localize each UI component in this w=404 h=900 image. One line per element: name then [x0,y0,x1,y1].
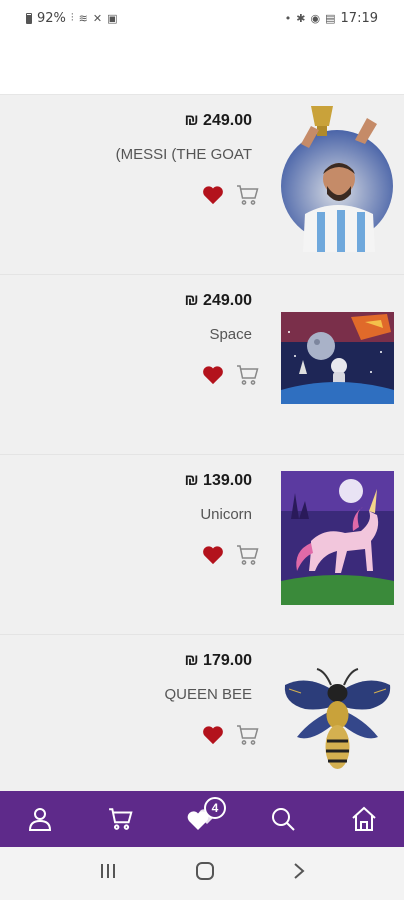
add-to-cart-icon[interactable] [236,724,260,751]
product-price: ₪ 249.00 [184,292,252,309]
nav-home[interactable] [344,799,384,839]
home-circle-icon [195,862,214,880]
nav-cart[interactable] [101,799,141,839]
status-bar: 92% ⫶ ≋ ✕ ▣ • ✱ ◉ ▤ 17:19 [0,0,404,36]
product-image[interactable] [281,104,394,252]
list-item[interactable]: ₪ 249.00 (MESSI (THE GOAT [0,95,404,275]
product-actions [202,724,260,751]
heart-icon[interactable] [202,725,224,750]
product-title[interactable]: (MESSI (THE GOAT [116,146,252,163]
add-to-cart-icon[interactable] [236,364,260,391]
list-item[interactable]: ₪ 249.00 Space [0,275,404,455]
list-item[interactable]: ₪ 179.00 QUEEN BEE [0,635,404,792]
back-button[interactable] [292,861,306,886]
signal-icon: ⫶ [70,11,74,24]
heart-icon[interactable] [202,185,224,210]
home-button[interactable] [195,861,215,886]
search-icon [271,808,295,831]
dot-icon: • [284,11,292,25]
home-icon [351,806,376,831]
product-actions [202,544,260,571]
chevron-right-icon [293,863,305,879]
product-image[interactable] [281,284,394,432]
product-title[interactable]: Unicorn [200,506,252,523]
product-image[interactable] [281,644,394,792]
clock: 17:19 [340,10,378,26]
product-title[interactable]: Space [209,326,252,343]
mute-icon: ✕ [92,11,103,25]
cart-icon [109,808,133,830]
add-to-cart-icon[interactable] [236,184,260,211]
screenshot-icon: ▤ [325,11,336,25]
bottom-nav: 4 [0,791,404,847]
product-actions [202,184,260,211]
product-price: ₪ 139.00 [184,472,252,489]
app-icon: ◉ [310,11,321,25]
list-item[interactable]: ₪ 139.00 Unicorn [0,455,404,635]
gear-icon: ✱ [296,11,306,25]
heart-icon[interactable] [202,545,224,570]
add-to-cart-icon[interactable] [236,544,260,571]
product-price: ₪ 179.00 [184,652,252,669]
recent-apps-icon [101,864,116,878]
nfc-icon: ▣ [107,11,118,25]
favorites-list[interactable]: ₪ 249.00 (MESSI (THE GOAT ₪ 249.00 Space… [0,94,404,792]
battery-icon [26,12,32,24]
nav-search[interactable] [263,799,303,839]
battery-level: 92% [37,10,66,26]
app-header [0,36,404,94]
nav-favorites[interactable]: 4 [182,797,226,839]
product-image[interactable] [281,464,394,612]
status-left: 92% ⫶ ≋ ✕ ▣ [26,11,118,26]
user-icon [29,808,52,831]
wifi-icon: ≋ [78,11,88,25]
nav-profile[interactable] [20,799,60,839]
product-title[interactable]: QUEEN BEE [164,686,252,703]
system-nav-bar [0,847,404,900]
status-right: • ✱ ◉ ▤ 17:19 [285,11,378,26]
product-price: ₪ 249.00 [184,112,252,129]
product-actions [202,364,260,391]
heart-icon[interactable] [202,365,224,390]
recent-apps-button[interactable] [98,862,118,885]
favorites-count-badge: 4 [203,797,226,819]
